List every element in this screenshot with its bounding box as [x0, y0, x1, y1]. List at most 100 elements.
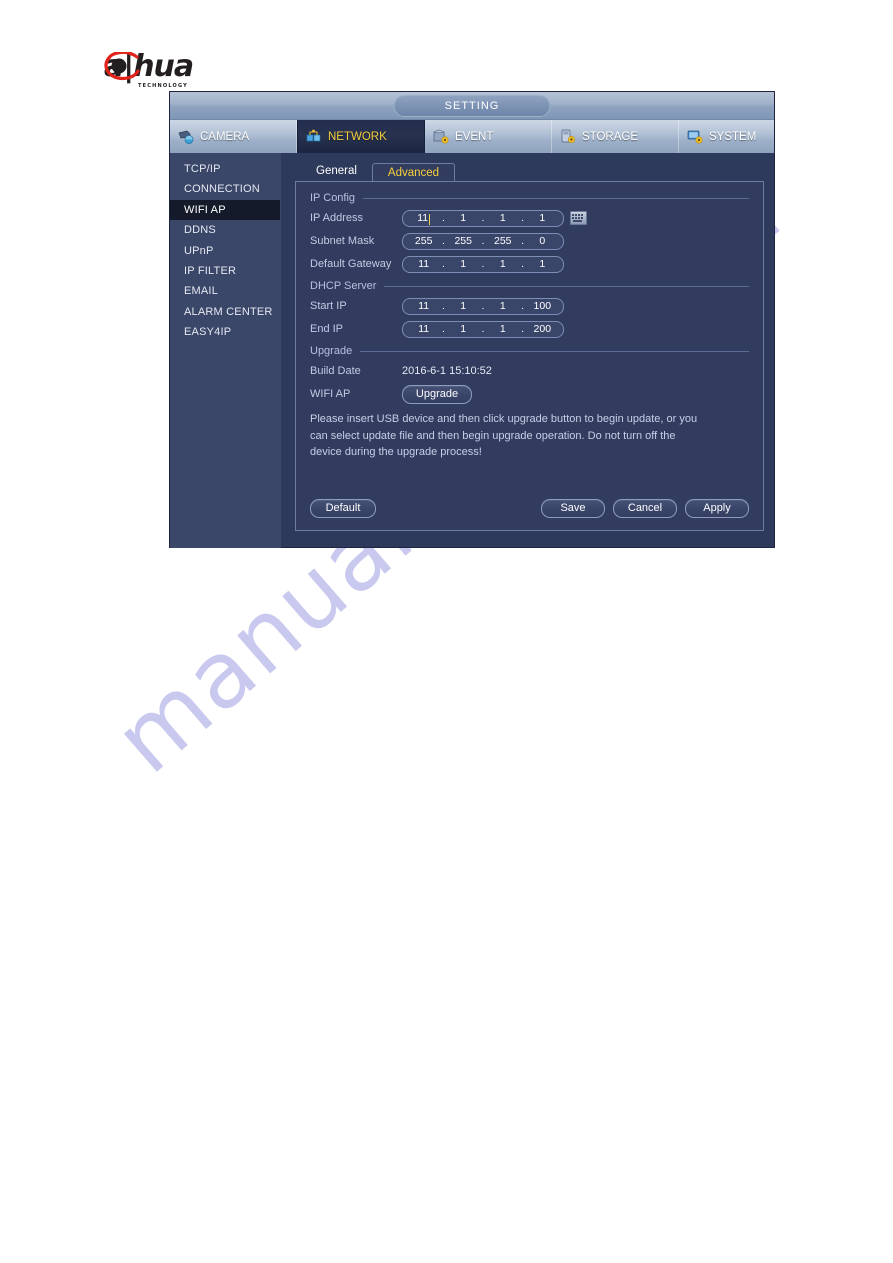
nav-tab-event-label: EVENT: [455, 130, 494, 143]
dahua-logo: a|hua TECHNOLOGY: [104, 52, 194, 90]
sidebar-item-upnp[interactable]: UPnP: [170, 241, 280, 261]
event-icon: [433, 129, 450, 144]
nav-tab-camera-label: CAMERA: [200, 130, 250, 143]
storage-icon: [560, 129, 577, 144]
default-button[interactable]: Default: [310, 499, 376, 518]
content-tabs: General Advanced: [295, 161, 764, 182]
sidebar-item-email[interactable]: EMAIL: [170, 281, 280, 301]
row-build-date: Build Date 2016-6-1 15:10:52: [310, 361, 749, 381]
section-upgrade-label: Upgrade: [310, 345, 353, 357]
upgrade-button[interactable]: Upgrade: [402, 384, 472, 404]
ip-address-input[interactable]: 11 . 1 . 1 . 1: [402, 209, 564, 227]
row-default-gateway: Default Gateway 11 . 1 . 1 . 1: [310, 254, 749, 274]
ip-dot: .: [521, 235, 524, 247]
dialog-title: SETTING: [393, 95, 551, 117]
default-gateway-input[interactable]: 11 . 1 . 1 . 1: [402, 255, 564, 273]
ip-dot: .: [521, 323, 524, 335]
system-icon: [687, 129, 704, 144]
network-icon: [306, 129, 323, 144]
section-divider: [384, 285, 749, 287]
setting-dialog: SETTING CAMERA NETWORK EVENT STORAGE SYS…: [170, 92, 806, 548]
start-octet-4[interactable]: 100: [531, 300, 553, 312]
end-octet-3[interactable]: 1: [492, 323, 514, 335]
default-gateway-label: Default Gateway: [310, 258, 392, 270]
page-watermark: manualshive.com: [95, 160, 830, 980]
ip-octet-1[interactable]: 11: [413, 212, 435, 225]
keyboard-icon[interactable]: [570, 211, 587, 225]
logo-tagline: TECHNOLOGY: [138, 83, 188, 89]
apply-button[interactable]: Apply: [685, 499, 749, 518]
section-dhcp-server-label: DHCP Server: [310, 280, 377, 292]
ip-octet-4[interactable]: 1: [531, 212, 553, 224]
camera-icon: [178, 129, 195, 144]
row-subnet-mask: Subnet Mask 255 . 255 . 255 . 0: [310, 231, 749, 251]
subnet-mask-input[interactable]: 255 . 255 . 255 . 0: [402, 232, 564, 250]
start-octet-1[interactable]: 11: [413, 300, 435, 312]
start-octet-2[interactable]: 1: [452, 300, 474, 312]
gw-octet-3[interactable]: 1: [492, 258, 514, 270]
row-start-ip: Start IP 11 . 1 . 1 . 100: [310, 296, 749, 316]
ip-dot: .: [481, 323, 485, 335]
sidebar-item-alarm-center[interactable]: ALARM CENTER: [170, 302, 280, 322]
dialog-button-row: Default Save Cancel Apply: [310, 499, 749, 518]
ip-dot: .: [441, 300, 445, 312]
ip-dot: .: [481, 300, 485, 312]
ip-dot: .: [481, 258, 485, 270]
mask-octet-4[interactable]: 0: [531, 235, 553, 247]
logo-mark: a|hua TECHNOLOGY: [104, 52, 194, 90]
ip-dot: .: [521, 212, 524, 224]
gw-octet-2[interactable]: 1: [452, 258, 474, 270]
section-ip-config-label: IP Config: [310, 192, 356, 204]
build-date-value: 2016-6-1 15:10:52: [402, 365, 492, 377]
subnet-mask-label: Subnet Mask: [310, 235, 375, 247]
ip-dot: .: [481, 235, 485, 247]
ip-dot: .: [441, 258, 445, 270]
ip-address-label: IP Address: [310, 212, 363, 224]
save-button[interactable]: Save: [541, 499, 605, 518]
ip-octet-2[interactable]: 1: [452, 212, 474, 224]
nav-tab-camera[interactable]: CAMERA: [170, 120, 297, 153]
start-ip-label: Start IP: [310, 300, 347, 312]
ip-dot: .: [521, 300, 524, 312]
sidebar-item-connection[interactable]: CONNECTION: [170, 179, 280, 199]
end-ip-label: End IP: [310, 323, 344, 335]
sidebar-item-ddns[interactable]: DDNS: [170, 220, 280, 240]
sidebar: TCP/IP CONNECTION WIFI AP DDNS UPnP IP F…: [170, 153, 281, 548]
mask-octet-1[interactable]: 255: [413, 235, 435, 247]
advanced-panel: IP Config IP Address 11 . 1 . 1 . 1 Subn…: [295, 181, 764, 531]
ip-dot: .: [441, 212, 445, 224]
end-octet-2[interactable]: 1: [452, 323, 474, 335]
row-ip-address: IP Address 11 . 1 . 1 . 1: [310, 208, 749, 228]
build-date-label: Build Date: [310, 365, 361, 377]
sidebar-item-easy4ip[interactable]: EASY4IP: [170, 322, 280, 342]
section-divider: [363, 197, 749, 199]
start-octet-3[interactable]: 1: [492, 300, 514, 312]
nav-tab-storage-label: STORAGE: [582, 130, 639, 143]
mask-octet-2[interactable]: 255: [452, 235, 474, 247]
nav-tab-storage[interactable]: STORAGE: [552, 120, 679, 153]
nav-tab-system[interactable]: SYSTEM: [679, 120, 806, 153]
sidebar-item-ip-filter[interactable]: IP FILTER: [170, 261, 280, 281]
mask-octet-3[interactable]: 255: [492, 235, 514, 247]
tab-advanced[interactable]: Advanced: [371, 163, 456, 182]
section-upgrade: Upgrade: [310, 345, 749, 357]
sidebar-item-wifi-ap[interactable]: WIFI AP: [170, 199, 280, 221]
cancel-button[interactable]: Cancel: [613, 499, 677, 518]
end-octet-4[interactable]: 200: [531, 323, 553, 335]
section-dhcp-server: DHCP Server: [310, 280, 749, 292]
gw-octet-1[interactable]: 11: [413, 258, 435, 270]
tab-general[interactable]: General: [301, 162, 372, 181]
main-nav-bar: CAMERA NETWORK EVENT STORAGE SYSTEM: [170, 120, 806, 153]
nav-tab-network[interactable]: NETWORK: [297, 120, 425, 153]
end-ip-input[interactable]: 11 . 1 . 1 . 200: [402, 320, 564, 338]
ip-dot: .: [441, 323, 445, 335]
end-octet-1[interactable]: 11: [413, 323, 435, 335]
start-ip-input[interactable]: 11 . 1 . 1 . 100: [402, 297, 564, 315]
text-caret: [429, 213, 431, 225]
ip-dot: .: [521, 258, 524, 270]
gw-octet-4[interactable]: 1: [531, 258, 553, 270]
row-end-ip: End IP 11 . 1 . 1 . 200: [310, 319, 749, 339]
sidebar-item-tcpip[interactable]: TCP/IP: [170, 159, 280, 179]
nav-tab-event[interactable]: EVENT: [425, 120, 552, 153]
ip-octet-3[interactable]: 1: [492, 212, 514, 224]
